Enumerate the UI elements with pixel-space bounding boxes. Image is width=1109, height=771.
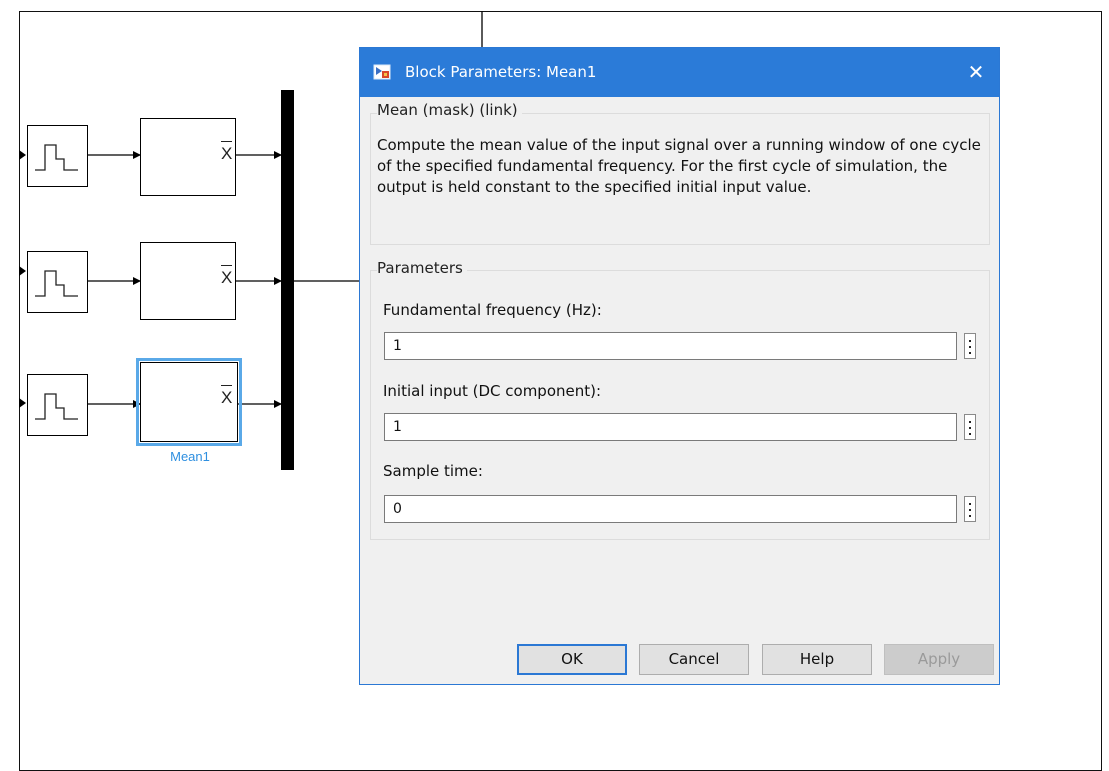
step-block-2[interactable] bbox=[27, 251, 88, 313]
mean-symbol: X bbox=[221, 141, 233, 163]
step-signal-icon bbox=[35, 270, 78, 297]
mean-block-1[interactable]: X bbox=[140, 118, 236, 196]
mux-block[interactable] bbox=[281, 90, 294, 470]
sample-time-label: Sample time: bbox=[383, 462, 483, 480]
initial-input-label: Initial input (DC component): bbox=[383, 382, 602, 400]
parameters-group-title: Parameters bbox=[377, 259, 467, 277]
cancel-button[interactable]: Cancel bbox=[639, 644, 749, 675]
selected-block-label[interactable]: Mean1 bbox=[150, 449, 230, 464]
step-signal-icon bbox=[35, 144, 78, 171]
vertical-ellipsis-icon[interactable] bbox=[964, 496, 976, 522]
dialog-titlebar[interactable]: Block Parameters: Mean1 ✕ bbox=[360, 48, 999, 97]
step-block-3[interactable] bbox=[27, 374, 88, 436]
mask-description: Compute the mean value of the input sign… bbox=[377, 136, 981, 196]
close-button[interactable]: ✕ bbox=[959, 56, 993, 88]
vertical-ellipsis-icon[interactable] bbox=[964, 333, 976, 359]
vertical-ellipsis-icon[interactable] bbox=[964, 414, 976, 440]
block-parameters-dialog: Block Parameters: Mean1 ✕ Mean (mask) (l… bbox=[359, 47, 1000, 685]
dialog-title: Block Parameters: Mean1 bbox=[405, 63, 597, 81]
simulink-block-icon bbox=[373, 64, 391, 80]
mean-block-3-selected[interactable]: X bbox=[140, 362, 238, 442]
input-arrow-1 bbox=[19, 150, 26, 160]
mean-block-2[interactable]: X bbox=[140, 242, 236, 320]
mean-symbol: X bbox=[221, 265, 233, 287]
input-arrow-3 bbox=[19, 398, 26, 408]
step-block-1[interactable] bbox=[27, 125, 88, 187]
step-signal-icon bbox=[35, 393, 78, 420]
ok-button[interactable]: OK bbox=[517, 644, 627, 675]
close-icon: ✕ bbox=[967, 60, 985, 84]
help-button[interactable]: Help bbox=[762, 644, 872, 675]
sample-time-input[interactable]: 0 bbox=[384, 495, 957, 523]
mean-symbol: X bbox=[221, 385, 233, 407]
mask-group-title: Mean (mask) (link) bbox=[377, 101, 522, 119]
apply-button[interactable]: Apply bbox=[884, 644, 994, 675]
fundamental-frequency-input[interactable]: 1 bbox=[384, 332, 957, 360]
fundamental-frequency-label: Fundamental frequency (Hz): bbox=[383, 301, 602, 319]
input-arrow-2 bbox=[19, 266, 26, 276]
initial-input-field[interactable]: 1 bbox=[384, 413, 957, 441]
